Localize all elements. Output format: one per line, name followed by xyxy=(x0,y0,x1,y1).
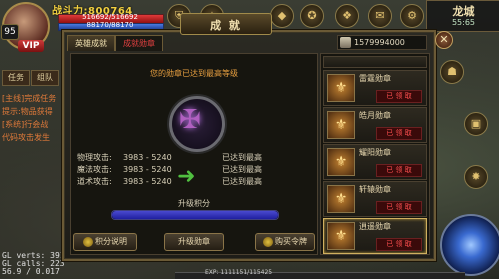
minimap-panel[interactable]: 龙城 55:65 xyxy=(426,0,499,32)
max-level-message: 您的勋章已达到最高等级 xyxy=(150,69,238,78)
status-badge: 已 领 取 xyxy=(376,127,422,140)
hp-text: 516692/516692 xyxy=(82,13,138,21)
tab-hero-achievement[interactable]: 英雄成就 xyxy=(67,35,115,51)
bag-icon[interactable]: ▣ xyxy=(464,112,488,136)
stat-name: 魔法攻击: xyxy=(77,165,112,174)
tab-achievement-medal[interactable]: 成就勋章 xyxy=(115,35,163,51)
currency-display: 1579994000 xyxy=(337,35,427,50)
medal-list: ⚜ 雷霆勋章 已 领 取 ⚜ 皓月勋章 已 领 取 ⚜ 耀阳勋章 已 领 取 ⚜… xyxy=(320,53,430,255)
medal-name: 耀阳勋章 xyxy=(359,148,391,157)
upgrade-progress-fill xyxy=(112,211,278,219)
debug-line: 56.9 / 0.017 xyxy=(2,267,60,276)
settings-icon[interactable]: ⚙ xyxy=(400,4,424,28)
list-item[interactable] xyxy=(323,56,427,68)
medal-thumb-icon: ⚜ xyxy=(327,222,355,250)
currency-value: 1579994000 xyxy=(354,38,405,47)
stat-next: 已达到最高 xyxy=(222,153,262,162)
debug-stats: GL verts: 3914 GL calls: 223 56.9 / 0.01… xyxy=(2,252,69,276)
button-label: 积分说明 xyxy=(95,237,127,246)
chat-line: [主线]完成任务 xyxy=(2,94,57,103)
status-badge: 已 领 取 xyxy=(376,164,422,177)
medal-item[interactable]: ⚜ 轩辕勋章 已 领 取 xyxy=(323,181,427,217)
skill-icon[interactable]: ✸ xyxy=(464,165,488,189)
shop-icon[interactable]: ❖ xyxy=(335,4,359,28)
city-name: 龙城 xyxy=(452,5,475,18)
medal-thumb-icon: ⚜ xyxy=(327,185,355,213)
upgrade-arrow-icon: ➜ xyxy=(177,164,196,189)
stat-name: 物理攻击: xyxy=(77,153,112,162)
stat-name: 道术攻击: xyxy=(77,177,112,186)
chat-line: [系统]行会战 xyxy=(2,120,49,129)
stat-value: 3983 - 5240 xyxy=(123,165,172,174)
medal-name: 雷霆勋章 xyxy=(359,74,391,83)
status-badge: 已 领 取 xyxy=(376,90,422,103)
dialog-title: 成 就 xyxy=(210,19,242,32)
team-icon[interactable]: ☗ xyxy=(440,60,464,84)
upgrade-points-label: 升级积分 xyxy=(178,199,210,208)
mail-icon[interactable]: ✉ xyxy=(368,4,392,28)
medal-thumb-icon: ⚜ xyxy=(327,111,355,139)
medal-item[interactable]: ⚜ 雷霆勋章 已 领 取 xyxy=(323,70,427,106)
medal-display: ✠ xyxy=(169,96,225,152)
stat-next: 已达到最高 xyxy=(222,177,262,186)
dialog-header: 成 就 xyxy=(180,13,272,35)
event-icon[interactable]: ✪ xyxy=(300,4,324,28)
experience-text: EXP: 1111151/115425 xyxy=(205,269,273,276)
attack-button[interactable] xyxy=(440,214,499,276)
vip-badge[interactable]: VIP xyxy=(18,40,44,52)
chat-panel[interactable]: [主线]完成任务 提示:物品获得 [系统]行会战 代码攻击发生 xyxy=(2,92,62,144)
medal-item[interactable]: ⚜ 耀阳勋章 已 领 取 xyxy=(323,144,427,180)
token-icon xyxy=(263,236,273,247)
medal-name: 逍遥勋章 xyxy=(359,222,391,231)
medal-item-selected[interactable]: ⚜ 逍遥勋章 已 领 取 xyxy=(323,218,427,254)
tab-team[interactable]: 组队 xyxy=(31,70,59,86)
stat-value: 3983 - 5240 xyxy=(123,153,172,162)
coin-icon xyxy=(83,236,93,247)
currency-icon xyxy=(340,37,351,48)
stat-next: 已达到最高 xyxy=(222,165,262,174)
medal-detail-panel: 您的勋章已达到最高等级 ✠ 物理攻击: 3983 - 5240 已达到最高 魔法… xyxy=(70,53,318,255)
upgrade-progress-bar xyxy=(111,210,279,220)
treasure-icon[interactable]: ◆ xyxy=(270,4,294,28)
stat-row: 物理攻击: 3983 - 5240 已达到最高 xyxy=(77,152,311,164)
chat-line: 提示:物品获得 xyxy=(2,107,53,116)
points-explanation-button[interactable]: 积分说明 xyxy=(73,233,137,251)
left-tabs: 任务 组队 xyxy=(2,70,60,86)
medal-thumb-icon: ⚜ xyxy=(327,74,355,102)
close-button[interactable]: ✕ xyxy=(435,31,453,49)
medal-item[interactable]: ⚜ 皓月勋章 已 领 取 xyxy=(323,107,427,143)
upgrade-medal-button[interactable]: 升级勋章 xyxy=(164,233,224,251)
medal-name: 皓月勋章 xyxy=(359,111,391,120)
medal-name: 轩辕勋章 xyxy=(359,185,391,194)
chat-line: 代码攻击发生 xyxy=(2,133,50,142)
status-badge: 已 领 取 xyxy=(376,238,422,251)
buy-token-button[interactable]: 购买令牌 xyxy=(255,233,315,251)
mp-text: 88170/88170 xyxy=(86,21,134,29)
medal-icon: ✠ xyxy=(179,105,201,135)
level-badge: 95 xyxy=(1,24,19,40)
stat-value: 3983 - 5240 xyxy=(123,177,172,186)
city-time: 55:65 xyxy=(451,18,476,27)
medal-thumb-icon: ⚜ xyxy=(327,148,355,176)
button-label: 购买令牌 xyxy=(275,237,307,246)
status-badge: 已 领 取 xyxy=(376,201,422,214)
tab-task[interactable]: 任务 xyxy=(2,70,30,86)
